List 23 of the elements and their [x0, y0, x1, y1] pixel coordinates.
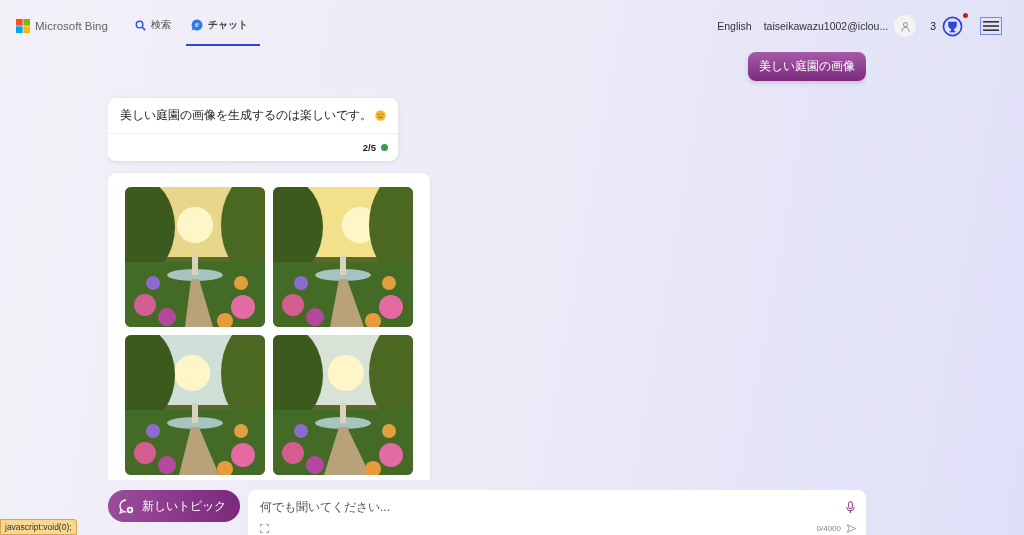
chat-bubble-icon	[190, 19, 203, 31]
trophy-icon[interactable]	[942, 15, 963, 37]
rewards-count: 3	[930, 20, 936, 32]
language-link[interactable]: English	[717, 20, 752, 32]
nav-tab[interactable]: 検索	[129, 6, 176, 46]
bot-message-text: 美しい庭園の画像を生成するのは楽しいです。	[120, 107, 372, 124]
status-url-tooltip: javascript:void(0);	[0, 519, 77, 535]
user-message: 美しい庭園の画像	[748, 52, 866, 81]
chat-input-box[interactable]: 何でも聞いてください... 0/4000	[248, 490, 866, 535]
message-input[interactable]: 何でも聞いてください...	[260, 500, 845, 514]
brand-name: Microsoft Bing	[35, 20, 108, 32]
nav-tab[interactable]: チャット	[185, 6, 260, 46]
microphone-icon[interactable]	[845, 500, 856, 514]
smiley-icon	[375, 110, 386, 121]
new-topic-button[interactable]: 新しいトピック	[108, 490, 240, 522]
new-chat-icon	[118, 498, 134, 514]
menu-icon[interactable]	[980, 17, 1002, 35]
logo-icon	[16, 19, 30, 33]
scan-icon[interactable]	[260, 524, 269, 533]
account-name[interactable]: taiseikawazu1002@iclou...	[763, 20, 889, 32]
character-counter: 0/4000	[816, 524, 841, 533]
turn-counter: 2/5	[362, 142, 376, 153]
search-icon	[134, 19, 146, 31]
